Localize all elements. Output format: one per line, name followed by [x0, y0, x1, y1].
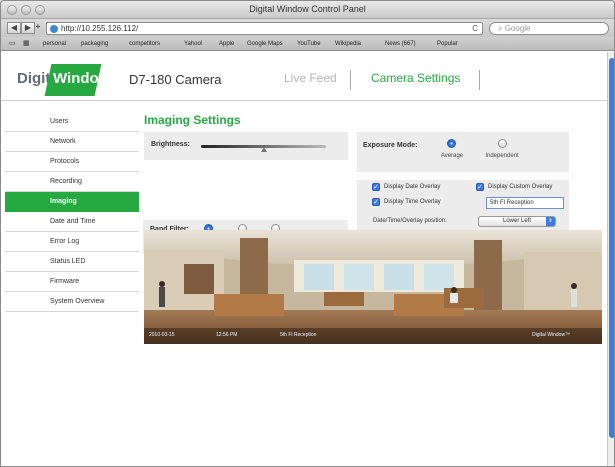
browser-window: Digital Window Control Panel ◀ ▶ + http:… — [0, 0, 615, 467]
bookmark-competitors[interactable]: competitors — [129, 37, 160, 51]
browser-toolbar: ◀ ▶ + http://10.255.126.112/ C ⌕ Google — [1, 19, 614, 37]
custom-overlay-label: Display Custom Overlay — [488, 184, 553, 190]
bookmark-personal[interactable]: personal — [43, 37, 66, 51]
window-title: Digital Window Control Panel — [249, 4, 366, 14]
sidebar-item-status-led[interactable]: Status LED — [5, 252, 139, 272]
advanced-settings-button[interactable]: Advanced Settings — [507, 240, 573, 251]
top-sites-icon[interactable]: ▦ — [23, 40, 30, 48]
app-header: Digital Window D7-180 Camera Live Feed C… — [1, 52, 607, 104]
bookmark-youtube[interactable]: YouTube — [297, 37, 321, 51]
date-overlay-label: Display Date Overlay — [384, 184, 441, 190]
search-placeholder: Google — [504, 24, 531, 33]
restore-defaults-button[interactable]: Restore Default Settings — [424, 258, 515, 269]
brightness-label: Brightness: — [151, 141, 190, 148]
lighting-fluorescent-radio[interactable] — [279, 235, 288, 244]
exposure-independent-radio[interactable] — [498, 139, 507, 148]
sidebar-item-imaging[interactable]: Imaging — [5, 192, 139, 212]
overlay-position-label: Date/Time/Overlay position: — [373, 218, 447, 224]
scrollbar-thumb[interactable] — [609, 58, 614, 438]
camera-name: D7-180 Camera — [129, 72, 222, 87]
custom-overlay-checkbox[interactable]: ✓ — [476, 183, 484, 191]
address-bar[interactable]: http://10.255.126.112/ C — [46, 22, 483, 35]
exposure-label: Exposure Mode: — [363, 142, 418, 149]
section-title: Imaging Settings — [144, 113, 241, 127]
lighting-daylight-label: Daylight — [310, 250, 332, 256]
sidebar-item-error-log[interactable]: Error Log — [5, 232, 139, 252]
sidebar-item-date-and-time[interactable]: Date and Time — [5, 212, 139, 232]
exposure-panel — [357, 132, 569, 172]
lighting-fluorescent-label: Fluorescent — [268, 250, 300, 256]
sidebar-item-network[interactable]: Network — [5, 132, 139, 152]
url-text: http://10.255.126.112/ — [61, 24, 139, 33]
time-overlay-checkbox[interactable]: ✓ — [372, 198, 380, 206]
sidebar-item-recording[interactable]: Recording — [5, 172, 139, 192]
bookmark-apple[interactable]: Apple — [219, 37, 234, 51]
bookmarks-bar: ▭ ▦ personal packaging competitors Yahoo… — [1, 37, 614, 51]
bookmark-google-maps[interactable]: Google Maps — [247, 37, 283, 51]
bookmark-wikipedia[interactable]: Wikipedia — [335, 37, 361, 51]
page-content: Digital Window D7-180 Camera Live Feed C… — [1, 52, 607, 466]
exposure-average-label: Average — [440, 153, 464, 159]
sidebar-item-system-overview[interactable]: System Overview — [5, 292, 139, 312]
lighting-auto-label: Auto — [202, 250, 216, 256]
search-icon: ⌕ — [498, 24, 505, 33]
exposure-average-radio[interactable] — [447, 139, 456, 148]
lighting-tungsten-label: Tungsten — [231, 250, 257, 256]
globe-icon — [50, 25, 58, 33]
title-bar: Digital Window Control Panel — [1, 1, 614, 19]
add-bookmark-icon[interactable]: + — [32, 22, 44, 34]
reload-icon[interactable]: C — [472, 23, 478, 34]
brightness-slider-handle[interactable] — [260, 147, 267, 152]
tab-divider — [350, 70, 351, 90]
tab-camera-settings[interactable]: Camera Settings — [371, 71, 460, 85]
sidebar-item-protocols[interactable]: Protocols — [5, 152, 139, 172]
tab-live-feed[interactable]: Live Feed — [284, 71, 337, 85]
sidebar-item-firmware[interactable]: Firmware — [5, 272, 139, 292]
save-settings-button[interactable]: Save Settings — [520, 258, 574, 269]
lighting-label: Lighting: — [151, 235, 181, 242]
bookmark-news[interactable]: News (667) — [385, 37, 416, 51]
sidebar-item-users[interactable]: Users — [5, 112, 139, 132]
bookmark-packaging[interactable]: packaging — [81, 37, 108, 51]
header-divider — [1, 100, 607, 101]
reading-list-icon[interactable]: ▭ — [9, 40, 16, 48]
exposure-independent-label: Independent — [485, 153, 519, 159]
lighting-tungsten-radio[interactable] — [239, 235, 248, 244]
bookmark-yahoo[interactable]: Yahoo! — [184, 37, 203, 51]
lighting-auto-radio[interactable] — [204, 235, 213, 244]
logo-window: Window — [53, 70, 111, 87]
bookmark-popular[interactable]: Popular — [437, 37, 458, 51]
cancel-button[interactable]: Cancel — [388, 258, 418, 269]
tab-divider — [479, 70, 480, 90]
back-button[interactable]: ◀ — [7, 22, 21, 34]
search-field[interactable]: ⌕ Google — [489, 22, 609, 35]
date-overlay-checkbox[interactable]: ✓ — [372, 183, 380, 191]
lighting-daylight-radio[interactable] — [316, 235, 325, 244]
time-overlay-label: Display Time Overlay — [384, 199, 441, 205]
vertical-scrollbar[interactable] — [607, 52, 614, 466]
